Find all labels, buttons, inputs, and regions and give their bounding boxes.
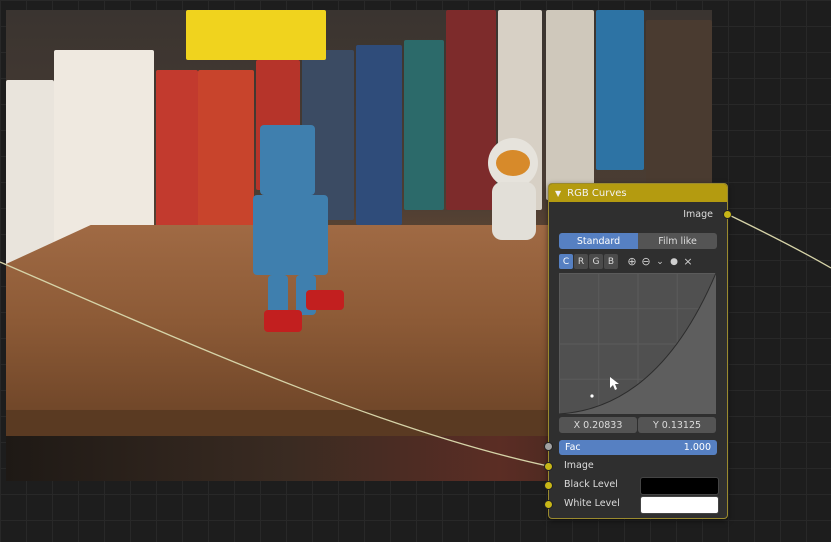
book xyxy=(404,40,444,210)
book xyxy=(646,20,712,190)
channel-toolbar: C R G B ⊕ ⊖ ⌄ ● × xyxy=(559,254,695,269)
zoom-in-icon[interactable]: ⊕ xyxy=(625,254,639,269)
black-level-label: Black Level xyxy=(564,479,618,490)
channel-g-button[interactable]: G xyxy=(589,254,603,269)
box xyxy=(186,10,326,60)
astronaut-body xyxy=(492,182,536,240)
node-header[interactable]: ▼ RGB Curves xyxy=(549,184,727,202)
book xyxy=(198,70,254,250)
tab-standard[interactable]: Standard xyxy=(559,233,638,249)
output-link xyxy=(726,213,831,269)
mouse-cursor-icon xyxy=(610,377,619,390)
book xyxy=(356,45,402,225)
white-level-label: White Level xyxy=(564,498,620,509)
curve-graph[interactable] xyxy=(559,273,716,414)
rgb-curves-node[interactable]: ▼ RGB Curves Image Standard Film like C … xyxy=(548,183,728,519)
robot-body xyxy=(253,195,328,275)
astronaut-visor xyxy=(496,150,530,176)
book xyxy=(546,10,594,200)
collapse-triangle-icon[interactable]: ▼ xyxy=(555,189,561,198)
robot-foot xyxy=(306,290,344,310)
coord-x-field[interactable]: X 0.20833 xyxy=(559,417,637,433)
mode-tabs: Standard Film like xyxy=(559,233,717,249)
channel-b-button[interactable]: B xyxy=(604,254,618,269)
image-input-socket[interactable] xyxy=(544,462,553,471)
curve-fill xyxy=(559,273,716,414)
output-image-label: Image xyxy=(683,209,713,220)
record-dot-icon[interactable]: ● xyxy=(667,254,681,269)
chevron-down-icon[interactable]: ⌄ xyxy=(653,254,667,269)
zoom-out-icon[interactable]: ⊖ xyxy=(639,254,653,269)
robot-foot xyxy=(264,310,302,332)
fac-value: 1.000 xyxy=(683,442,711,453)
curve-svg xyxy=(559,273,716,414)
tab-film-like[interactable]: Film like xyxy=(638,233,717,249)
black-level-color-swatch[interactable] xyxy=(640,477,719,495)
book xyxy=(446,10,496,210)
white-level-color-swatch[interactable] xyxy=(640,496,719,514)
fac-label: Fac xyxy=(565,442,581,453)
input-image-label: Image xyxy=(564,460,594,471)
fac-slider[interactable]: Fac 1.000 xyxy=(559,440,717,455)
output-row: Image xyxy=(549,209,727,223)
channel-r-button[interactable]: R xyxy=(574,254,588,269)
node-title: RGB Curves xyxy=(567,187,627,199)
white-level-input-socket[interactable] xyxy=(544,500,553,509)
coord-y-field[interactable]: Y 0.13125 xyxy=(638,417,716,433)
fac-input-socket[interactable] xyxy=(544,442,553,451)
channel-c-button[interactable]: C xyxy=(559,254,573,269)
curve-point[interactable] xyxy=(590,394,594,398)
close-icon[interactable]: × xyxy=(681,254,695,269)
output-image-socket[interactable] xyxy=(723,210,732,219)
robot-head xyxy=(260,125,315,195)
book xyxy=(596,10,644,170)
black-level-input-socket[interactable] xyxy=(544,481,553,490)
